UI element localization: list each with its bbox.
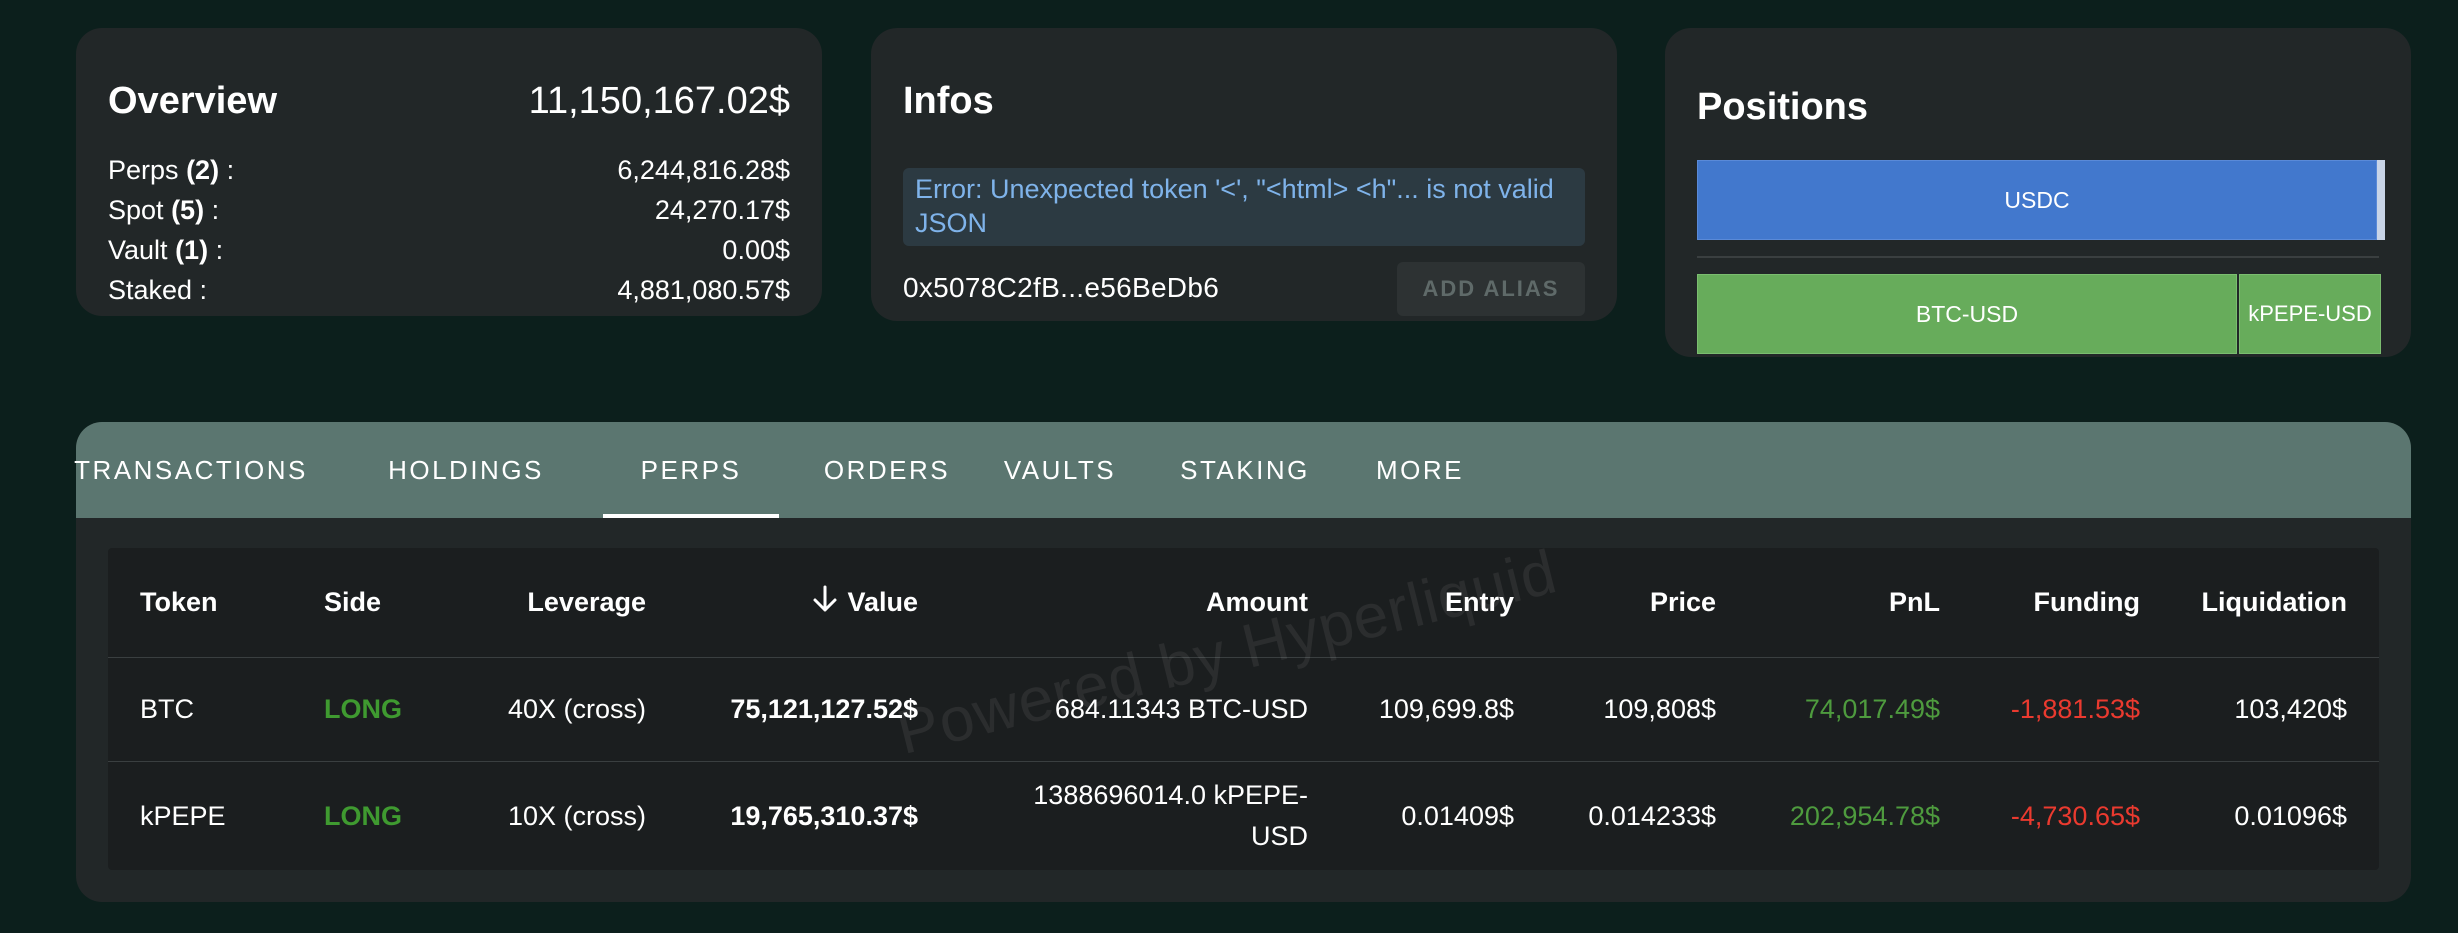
- positions-divider: [1697, 256, 2379, 258]
- tab-holdings[interactable]: HOLDINGS: [388, 422, 541, 518]
- tab-vaults[interactable]: VAULTS: [996, 422, 1124, 518]
- overview-title: Overview: [108, 80, 277, 122]
- cell-amount: 684.11343 BTC-USD: [988, 658, 1308, 761]
- cell-pnl: 74,017.49$: [1804, 694, 1940, 724]
- cell-funding: -1,881.53$: [2010, 694, 2140, 724]
- cell-value: 75,121,127.52$: [730, 694, 918, 724]
- header-token[interactable]: Token: [140, 548, 218, 657]
- table-header-row: Token Side Leverage Value Amount Entry P…: [108, 548, 2379, 658]
- cell-leverage: 40X (cross): [507, 694, 646, 724]
- header-value[interactable]: Value: [668, 548, 918, 657]
- infos-card: Infos Error: Unexpected token '<', "<htm…: [871, 28, 1617, 321]
- cell-liquidation: 103,420$: [2234, 694, 2347, 724]
- tab-transactions[interactable]: TRANSACTIONS: [74, 422, 305, 518]
- position-bar-usdc[interactable]: USDC: [1697, 160, 2377, 240]
- tabs-bar: TRANSACTIONS HOLDINGS PERPS ORDERS VAULT…: [74, 422, 2411, 518]
- cell-side: LONG: [324, 694, 402, 724]
- amount-line: 1388696014.0 kPEPE-: [1033, 780, 1308, 810]
- header-side[interactable]: Side: [324, 548, 381, 657]
- cell-entry: 0.01409$: [1401, 800, 1514, 831]
- header-funding[interactable]: Funding: [1968, 548, 2140, 657]
- cell-token: kPEPE: [140, 800, 226, 831]
- tab-more[interactable]: MORE: [1366, 422, 1474, 518]
- cell-leverage: 10X (cross): [507, 800, 646, 831]
- overview-value: 0.00$: [722, 234, 790, 265]
- cell-amount: 1388696014.0 kPEPE- USD: [988, 762, 1308, 870]
- overview-row-staked: Staked : 4,881,080.57$: [108, 270, 790, 310]
- positions-card: Positions USDC BTC-USD kPEPE-USD: [1665, 28, 2411, 357]
- overview-value: 4,881,080.57$: [617, 274, 790, 305]
- table-row[interactable]: kPEPE LONG 10X (cross) 19,765,310.37$ 13…: [108, 762, 2379, 870]
- cell-funding: -4,730.65$: [2010, 800, 2140, 831]
- amount-line: 684.11343 BTC-USD: [1054, 694, 1308, 724]
- amount-line: USD: [1250, 821, 1308, 851]
- overview-row-spot: Spot (5) : 24,270.17$: [108, 194, 790, 225]
- main-panel: TRANSACTIONS HOLDINGS PERPS ORDERS VAULT…: [74, 422, 2411, 902]
- infos-title: Infos: [903, 80, 994, 122]
- overview-card: Overview 11,150,167.02$ Perps (2) : 6,24…: [76, 28, 822, 316]
- overview-value: 24,270.17$: [654, 194, 790, 225]
- header-entry[interactable]: Entry: [1348, 548, 1514, 657]
- overview-count: (1): [175, 234, 209, 265]
- cell-side: LONG: [324, 800, 402, 831]
- positions-title: Positions: [1697, 86, 1869, 128]
- arrow-down-icon: [811, 584, 839, 621]
- overview-value: 6,244,816.28$: [617, 154, 790, 185]
- position-bar-kpepe-usd[interactable]: kPEPE-USD: [2239, 274, 2381, 354]
- perps-table: Token Side Leverage Value Amount Entry P…: [108, 548, 2379, 870]
- table-row[interactable]: BTC LONG 40X (cross) 75,121,127.52$ 684.…: [108, 658, 2379, 762]
- header-liquidation[interactable]: Liquidation: [2168, 548, 2347, 657]
- position-bar-sliver[interactable]: [2377, 160, 2385, 240]
- add-alias-button[interactable]: ADD ALIAS: [1397, 262, 1585, 316]
- cell-pnl: 202,954.78$: [1789, 800, 1940, 831]
- wallet-address[interactable]: 0x5078C2fB...e56BeDb6: [903, 272, 1219, 304]
- header-leverage[interactable]: Leverage: [408, 548, 646, 657]
- header-amount[interactable]: Amount: [1008, 548, 1308, 657]
- overview-label: Staked :: [108, 274, 208, 305]
- tab-perps[interactable]: PERPS: [603, 422, 779, 518]
- overview-row-perps: Perps (2) : 6,244,816.28$: [108, 154, 790, 185]
- overview-label: Perps: [108, 154, 179, 185]
- overview-label: Vault: [108, 234, 168, 265]
- cell-entry: 109,699.8$: [1378, 694, 1514, 724]
- cell-price: 109,808$: [1603, 694, 1716, 724]
- tab-orders[interactable]: ORDERS: [812, 422, 962, 518]
- header-value-label: Value: [847, 587, 918, 617]
- overview-count: (2): [186, 154, 220, 185]
- header-price[interactable]: Price: [1548, 548, 1716, 657]
- overview-row-vault: Vault (1) : 0.00$: [108, 234, 790, 265]
- overview-count: (5): [171, 194, 205, 225]
- cell-liquidation: 0.01096$: [2234, 800, 2347, 831]
- cell-price: 0.014233$: [1588, 800, 1716, 831]
- header-pnl[interactable]: PnL: [1758, 548, 1940, 657]
- cell-value: 19,765,310.37$: [730, 800, 918, 831]
- position-bar-btc-usd[interactable]: BTC-USD: [1697, 274, 2237, 354]
- overview-label: Spot: [108, 194, 164, 225]
- tab-staking[interactable]: STAKING: [1170, 422, 1320, 518]
- cell-token: BTC: [140, 694, 194, 724]
- overview-total: 11,150,167.02$: [528, 80, 790, 122]
- error-message: Error: Unexpected token '<', "<html> <h"…: [903, 168, 1585, 246]
